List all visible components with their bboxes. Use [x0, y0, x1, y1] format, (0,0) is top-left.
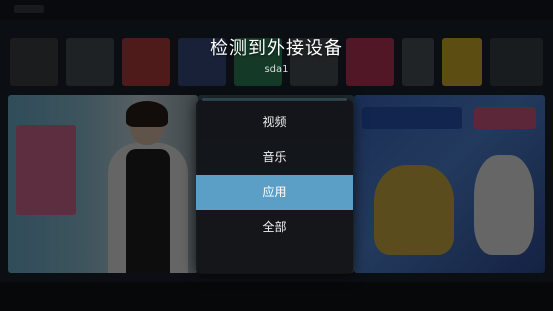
tv-screen: 检测到外接设备 sda1 视频 音乐 应用 全部 — [0, 0, 553, 311]
bottom-strip — [0, 282, 553, 311]
poster-art — [126, 101, 168, 127]
poster-art — [474, 107, 536, 129]
status-bar — [0, 0, 553, 20]
device-action-menu: 视频 音乐 应用 全部 — [196, 98, 353, 274]
menu-item-apps[interactable]: 应用 — [196, 175, 353, 210]
menu-item-video[interactable]: 视频 — [196, 105, 353, 140]
poster-art — [362, 107, 462, 129]
poster-card — [8, 95, 198, 273]
dialog-title: 检测到外接设备 — [210, 38, 343, 59]
poster-art — [126, 149, 170, 273]
menu-item-all[interactable]: 全部 — [196, 210, 353, 245]
status-clock — [14, 5, 44, 13]
poster-art — [16, 125, 76, 215]
poster-art — [374, 165, 454, 255]
poster-art — [474, 155, 534, 255]
poster-person-art — [108, 101, 188, 273]
menu-top-accent — [202, 98, 347, 101]
menu-item-music[interactable]: 音乐 — [196, 140, 353, 175]
device-name: sda1 — [264, 64, 289, 75]
poster-card — [354, 95, 545, 273]
